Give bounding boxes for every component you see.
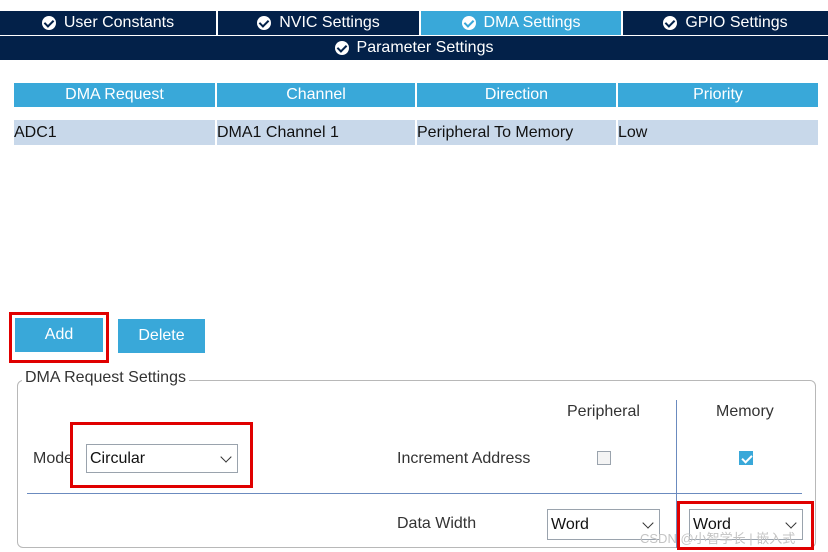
tab-label: Parameter Settings <box>356 39 494 56</box>
peripheral-column-header: Peripheral <box>567 403 640 420</box>
tab-label: DMA Settings <box>483 14 581 31</box>
column-header-direction[interactable]: Direction <box>417 83 616 107</box>
mode-label: Mode <box>33 450 74 467</box>
group-legend: DMA Request Settings <box>22 369 189 387</box>
tab-label: GPIO Settings <box>685 14 788 31</box>
column-header-channel[interactable]: Channel <box>217 83 415 107</box>
tab-nvic-settings[interactable]: NVIC Settings <box>218 11 419 35</box>
tab-parameter-settings[interactable]: Parameter Settings <box>0 36 828 60</box>
check-circle-icon <box>257 16 272 30</box>
peripheral-increment-checkbox[interactable] <box>597 451 611 465</box>
table-row[interactable]: ADC1 DMA1 Channel 1 Peripheral To Memory… <box>14 120 818 145</box>
tab-gpio-settings[interactable]: GPIO Settings <box>623 11 828 35</box>
peripheral-width-value: Word <box>551 515 589 533</box>
tab-label: User Constants <box>63 14 175 31</box>
row-divider <box>27 493 802 494</box>
cell-direction: Peripheral To Memory <box>417 123 574 141</box>
data-width-label: Data Width <box>397 515 477 532</box>
cell-channel: DMA1 Channel 1 <box>217 123 339 141</box>
tab-dma-settings[interactable]: DMA Settings <box>421 11 621 35</box>
tab-label: NVIC Settings <box>279 14 380 31</box>
cell-request: ADC1 <box>14 123 57 141</box>
increment-address-label: Increment Address <box>397 450 531 467</box>
highlight-box <box>70 422 253 488</box>
check-circle-icon <box>41 16 56 30</box>
chevron-down-icon <box>642 516 654 529</box>
check-circle-icon <box>334 41 349 55</box>
cell-priority: Low <box>618 123 648 141</box>
memory-increment-checkbox[interactable] <box>739 451 753 465</box>
delete-button[interactable]: Delete <box>118 319 205 353</box>
check-circle-icon <box>663 16 678 30</box>
memory-column-header: Memory <box>716 403 774 420</box>
check-circle-icon <box>461 16 476 30</box>
column-header-dma-request[interactable]: DMA Request <box>14 83 215 107</box>
column-header-priority[interactable]: Priority <box>618 83 818 107</box>
tab-bar: User Constants NVIC Settings DMA Setting… <box>0 11 828 35</box>
tab-user-constants[interactable]: User Constants <box>0 11 216 35</box>
highlight-box <box>9 312 109 363</box>
watermark: CSDN @小智学长 | 嵌入式 <box>640 531 796 546</box>
